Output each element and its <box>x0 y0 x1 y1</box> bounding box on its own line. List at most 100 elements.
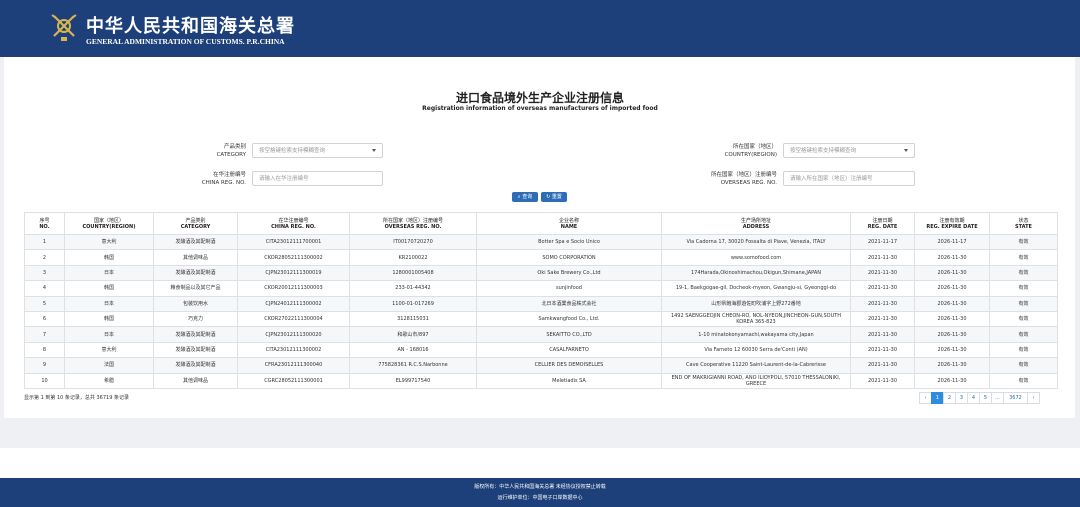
table-cell: KR2100022 <box>349 249 477 266</box>
search-button[interactable]: ⌕ 查询 <box>512 192 538 202</box>
table-cell: Via Farneto 12 60030 Serra de'Conti (AN) <box>661 341 851 359</box>
table-cell: CKOR28052111300002 <box>237 249 350 266</box>
brand-title-en: GENERAL ADMINISTRATION OF CUSTOMS. P.R.C… <box>86 37 285 46</box>
table-row: 8 意大利 发酵酒及其配制酒 CITA23012111300002 AN - 16801… <box>24 341 1058 359</box>
table-cell: CKOR27022111300004 <box>237 310 350 328</box>
table-cell: 8 <box>24 341 65 359</box>
table-cell: 有效 <box>989 295 1058 312</box>
table-cell: 韩国 <box>64 249 154 266</box>
table-cell: 174Harada,Okinoshimachou,Okigun,Shimane,… <box>661 264 851 282</box>
table-cell: 2021-11-30 <box>850 295 915 312</box>
table-cell: END OF MAKRIGIANNI ROAD, ANO ILIOYPOLI, … <box>661 372 851 389</box>
pagination-summary: 显示第 1 到第 10 条记录，总共 36719 条记录 <box>24 395 129 401</box>
table-cell: 韩国 <box>64 310 154 328</box>
table-cell: 日本 <box>64 264 154 282</box>
table-cell: 2021-11-30 <box>850 310 915 328</box>
country-select[interactable]: 按空格键检索支持模糊查询 <box>783 143 915 158</box>
table-cell: www.somofood.com <box>661 249 851 266</box>
table-cell: 韩国 <box>64 280 154 297</box>
table-row: 5 日本 包装饮用水 CJPN24012111300002 1100-01-017269… <box>24 295 1058 312</box>
table-cell: 北日本酒業食品株式会社 <box>476 295 662 312</box>
table-cell: SOMO CORPORATION <box>476 249 662 266</box>
table-cell: 1100-01-017269 <box>349 295 477 312</box>
table-cell: 2026-11-30 <box>914 357 990 374</box>
table-cell: 意大利 <box>64 341 154 359</box>
overseas-reg-input[interactable]: 请输入所在国家（地区）注册编号 <box>783 171 915 186</box>
registration-table: 序号 NO. 国家（地区） COUNTRY(REGION) 产品类别 CATEGORY… <box>24 212 1058 389</box>
table-cell: 2021-11-30 <box>850 280 915 297</box>
table-row: 7 日本 发酵酒及其配制酒 CJPN23012111300020 和歌山市/897 SEK… <box>24 326 1058 343</box>
brand-title-cn: 中华人民共和国海关总署 <box>86 16 295 37</box>
table-cell: 发酵酒及其配制酒 <box>153 233 238 251</box>
table-row: 10 希腊 其他调味品 CGRC28052111300001 EL999717540 Me… <box>24 372 1058 389</box>
table-cell: EL999717540 <box>349 372 477 389</box>
table-cell: CJPN23012111300020 <box>237 326 350 343</box>
table-cell: 2021-11-30 <box>850 264 915 282</box>
table-cell: AN - 168016 <box>349 341 477 359</box>
table-cell: 233-01-44342 <box>349 280 477 297</box>
table-row: 9 法国 发酵酒及其配制酒 CFRA23012111300040 775828361 R… <box>24 357 1058 374</box>
table-cell: 有效 <box>989 341 1058 359</box>
table-cell: 2026-11-30 <box>914 310 990 328</box>
table-cell: 法国 <box>64 357 154 374</box>
table-cell: 2026-11-30 <box>914 264 990 282</box>
table-cell: 2026-11-30 <box>914 341 990 359</box>
table-cell: 发酵酒及其配制酒 <box>153 357 238 374</box>
table-cell: 包装饮用水 <box>153 295 238 312</box>
table-cell: CFRA23012111300040 <box>237 357 350 374</box>
table-cell: 有效 <box>989 310 1058 328</box>
table-cell: 9 <box>24 357 65 374</box>
column-header: 注册日期 REG. DATE <box>850 212 915 235</box>
table-cell: 粮食制品以及其它产品 <box>153 280 238 297</box>
table-cell: 2021-11-30 <box>850 372 915 389</box>
column-header: 序号 NO. <box>24 212 65 235</box>
page-button[interactable]: 3672 <box>1003 392 1028 404</box>
refresh-icon: ↻ <box>546 194 551 200</box>
table-cell: Meletiadis SA <box>476 372 662 389</box>
search-icon: ⌕ <box>517 194 521 200</box>
column-header: 企业名称 NAME <box>476 212 662 235</box>
reset-button[interactable]: ↻ 重置 <box>541 192 567 202</box>
table-cell: CITA23012111700001 <box>237 233 350 251</box>
table-cell: 2026-11-30 <box>914 280 990 297</box>
table-cell: 19-1, Baekgogae-gil, Docheok-myeon, Gwan… <box>661 280 851 297</box>
table-cell: SEKAITTO CO.,LTD <box>476 326 662 343</box>
table-row: 3 日本 发酵酒及其配制酒 CJPN23012111300019 12800010054… <box>24 264 1058 282</box>
table-cell: CASALFARNETO <box>476 341 662 359</box>
table-cell: 775828361 R.C.S.Narbonne <box>349 357 477 374</box>
table-cell: 有效 <box>989 280 1058 297</box>
table-cell: CJPN24012111300002 <box>237 295 350 312</box>
table-cell: 和歌山市/897 <box>349 326 477 343</box>
category-select[interactable]: 按空格键检索支持模糊查询 <box>252 143 383 158</box>
table-cell: 2021-11-30 <box>850 357 915 374</box>
table-cell: 有效 <box>989 372 1058 389</box>
table-cell: 6 <box>24 310 65 328</box>
table-cell: 发酵酒及其配制酒 <box>153 326 238 343</box>
table-cell: Botter Spa e Socio Unico <box>476 233 662 251</box>
table-cell: Cave Cooperative 11220 Saint-Laurent-de-… <box>661 357 851 374</box>
category-label: 产品类别 CATEGORY <box>216 144 246 158</box>
chevron-down-icon <box>904 149 908 152</box>
table-cell: 山形県飽海郡遊佐町吹浦字上野272番地 <box>661 295 851 312</box>
china-reg-input[interactable]: 请输入在华注册编号 <box>252 171 383 186</box>
country-label: 所在国家（地区） COUNTRY(REGION) <box>724 144 777 158</box>
table-header-row: 序号 NO. 国家（地区） COUNTRY(REGION) 产品类别 CATEGORY… <box>24 212 1058 235</box>
next-page-button[interactable]: › <box>1027 392 1040 404</box>
table-cell: 2026-11-17 <box>914 233 990 251</box>
table-cell: 2021-11-30 <box>850 249 915 266</box>
table-cell: 有效 <box>989 233 1058 251</box>
table-row: 4 韩国 粮食制品以及其它产品 CKOR20012111300003 233-01-44… <box>24 280 1058 297</box>
customs-emblem-icon <box>51 14 77 41</box>
table-cell: Via Cadorna 17, 30020 Fossalta di Piave,… <box>661 233 851 251</box>
table-cell: 4 <box>24 280 65 297</box>
table-cell: 3128115031 <box>349 310 477 328</box>
column-header: 产品类别 CATEGORY <box>153 212 238 235</box>
table-cell: 有效 <box>989 249 1058 266</box>
column-header: 生产场所地址 ADDRESS <box>661 212 851 235</box>
table-cell: CGRC28052111300001 <box>237 372 350 389</box>
table-cell: Samkwangfood Co., Ltd. <box>476 310 662 328</box>
table-cell: 1492 SAENGGEOJIN CHEON-RO, NOL-NYEON,JIN… <box>661 310 851 328</box>
table-cell: 2026-11-30 <box>914 326 990 343</box>
page-subtitle: Registration information of overseas man… <box>422 105 658 112</box>
table-cell: 5 <box>24 295 65 312</box>
